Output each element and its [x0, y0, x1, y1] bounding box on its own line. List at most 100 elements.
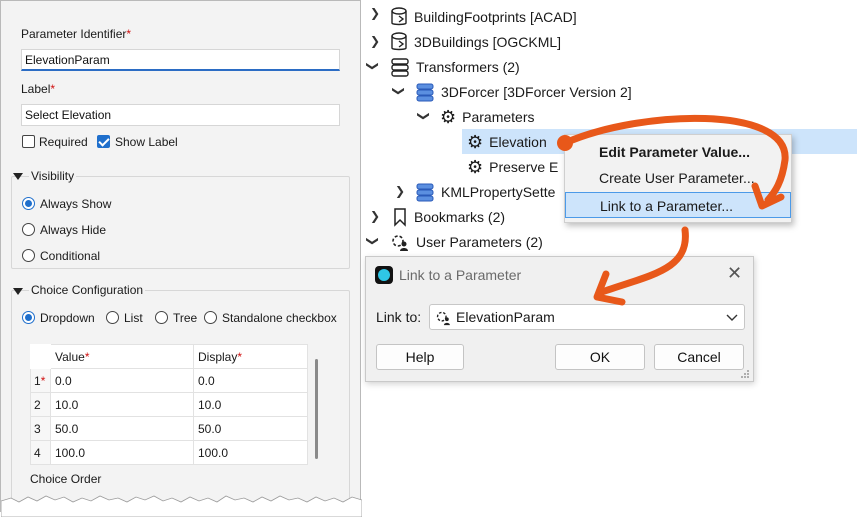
link-to-select[interactable]: ElevationParam: [429, 304, 745, 330]
collapse-triangle-icon[interactable]: [13, 173, 23, 180]
column-header-display[interactable]: Display*: [193, 344, 308, 369]
menu-item-link-to-parameter[interactable]: Link to a Parameter...: [565, 192, 791, 218]
help-button[interactable]: Help: [376, 344, 464, 370]
tree-item-parameters[interactable]: ⚙ Parameters: [440, 104, 535, 129]
link-to-label: Link to:: [376, 309, 422, 325]
radio-list[interactable]: [106, 311, 119, 324]
table-scrollbar[interactable]: [315, 359, 318, 459]
radio-conditional[interactable]: [22, 249, 35, 262]
table-row[interactable]: 2 10.0 10.0: [30, 392, 308, 417]
tree-item-elevation[interactable]: ⚙ Elevation: [467, 129, 547, 154]
table-row[interactable]: 1* 0.0 0.0: [30, 368, 308, 393]
chevron-right-icon[interactable]: ❯: [395, 184, 405, 198]
display-cell[interactable]: 0.0: [193, 368, 308, 393]
app-icon: [375, 266, 393, 284]
required-checkbox[interactable]: [22, 135, 35, 148]
column-header-value[interactable]: Value*: [50, 344, 194, 369]
database-reader-icon: [391, 6, 407, 25]
database-stack-icon: [391, 57, 409, 77]
chevron-right-icon[interactable]: ❯: [370, 209, 380, 223]
tree-item-label: Preserve E: [489, 158, 559, 175]
tree-item-label: BuildingFootprints [ACAD]: [414, 8, 577, 25]
tree-item-preserve[interactable]: ⚙ Preserve E: [467, 154, 558, 179]
value-cell[interactable]: 10.0: [50, 392, 194, 417]
value-cell[interactable]: 50.0: [50, 416, 194, 441]
tree-item-user-parameters[interactable]: User Parameters (2): [390, 229, 543, 254]
chevron-right-icon[interactable]: ❯: [370, 6, 380, 20]
standalone-checkbox-label: Standalone checkbox: [222, 311, 337, 325]
ok-button[interactable]: OK: [555, 344, 645, 370]
torn-edge: [1, 495, 362, 517]
chevron-down-icon[interactable]: ❯: [366, 236, 380, 246]
close-icon[interactable]: ✕: [727, 263, 742, 284]
chevron-down-icon: [726, 314, 738, 321]
chevron-down-icon[interactable]: ❯: [366, 61, 380, 71]
tree-item-label: KMLPropertySette: [441, 183, 556, 200]
choices-table: Value* Display* 1* 0.0 0.0 2 10.0 10.0 3…: [30, 344, 308, 465]
tree-item-3dbuildings[interactable]: 3DBuildings [OGCKML]: [390, 29, 561, 54]
transformer-icon: [416, 83, 434, 101]
parameter-editor-panel: Parameter Identifier* ElevationParam Lab…: [0, 0, 362, 517]
display-cell[interactable]: 50.0: [193, 416, 308, 441]
required-label: Required: [39, 135, 88, 149]
always-hide-label: Always Hide: [40, 223, 107, 237]
radio-always-show[interactable]: [22, 197, 35, 210]
row-number: 4: [30, 440, 51, 465]
display-cell[interactable]: 10.0: [193, 392, 308, 417]
transformer-icon: [416, 183, 434, 201]
cancel-button[interactable]: Cancel: [654, 344, 744, 370]
choice-config-title: Choice Configuration: [29, 283, 146, 297]
gear-icon: ⚙: [467, 131, 484, 152]
bookmark-icon: [394, 207, 406, 227]
visibility-title: Visibility: [29, 169, 77, 183]
link-to-parameter-dialog: Link to a Parameter ✕ Link to: Elevation…: [365, 256, 754, 382]
label-input[interactable]: Select Elevation: [21, 104, 340, 126]
user-parameters-icon: [392, 234, 408, 251]
tree-item-label: Elevation: [489, 133, 547, 150]
list-label: List: [124, 311, 143, 325]
user-parameter-icon: [436, 311, 450, 326]
chevron-right-icon[interactable]: ❯: [370, 34, 380, 48]
database-reader-icon: [391, 31, 407, 50]
table-row[interactable]: 3 50.0 50.0: [30, 416, 308, 441]
display-cell[interactable]: 100.0: [193, 440, 308, 465]
menu-item-edit-parameter-value[interactable]: Edit Parameter Value...: [565, 139, 791, 165]
tree-item-label: 3DBuildings [OGCKML]: [414, 33, 562, 50]
value-cell[interactable]: 100.0: [50, 440, 194, 465]
table-header-row: Value* Display*: [30, 344, 308, 369]
chevron-down-icon[interactable]: ❯: [417, 111, 431, 121]
label-field-label: Label*: [21, 82, 56, 96]
radio-standalone-checkbox[interactable]: [204, 311, 217, 324]
row-number: 3: [30, 416, 51, 441]
tree-item-transformers[interactable]: Transformers (2): [390, 54, 520, 79]
tree-item-label: Transformers (2): [416, 58, 520, 75]
param-identifier-input[interactable]: ElevationParam: [21, 49, 340, 71]
collapse-triangle-icon[interactable]: [13, 288, 23, 295]
dropdown-label: Dropdown: [40, 311, 95, 325]
tree-item-building-footprints[interactable]: BuildingFootprints [ACAD]: [390, 4, 577, 29]
value-cell[interactable]: 0.0: [50, 368, 194, 393]
always-show-label: Always Show: [40, 197, 112, 211]
tree-item-label: Parameters: [462, 108, 535, 125]
tree-item-label: Bookmarks (2): [414, 208, 506, 225]
radio-dropdown[interactable]: [22, 311, 35, 324]
conditional-label: Conditional: [40, 249, 101, 263]
table-row[interactable]: 4 100.0 100.0: [30, 440, 308, 465]
dialog-title: Link to a Parameter: [399, 267, 522, 283]
link-to-value: ElevationParam: [456, 309, 555, 325]
tree-item-label: User Parameters (2): [416, 233, 543, 250]
gear-icon: ⚙: [467, 156, 484, 177]
radio-tree[interactable]: [155, 311, 168, 324]
tree-item-bookmarks[interactable]: Bookmarks (2): [392, 204, 505, 229]
tree-item-label: 3DForcer [3DForcer Version 2]: [441, 83, 632, 100]
show-label-checkbox[interactable]: [97, 135, 110, 148]
param-identifier-label: Parameter Identifier*: [21, 27, 132, 41]
menu-item-create-user-parameter[interactable]: Create User Parameter...: [565, 165, 791, 191]
tree-item-3dforcer[interactable]: 3DForcer [3DForcer Version 2]: [415, 79, 632, 104]
chevron-down-icon[interactable]: ❯: [392, 86, 406, 96]
tree-item-kmlpropertysetter[interactable]: KMLPropertySette: [415, 179, 555, 204]
resize-grip-icon[interactable]: [740, 369, 750, 379]
choice-order-label: Choice Order: [30, 472, 102, 486]
radio-always-hide[interactable]: [22, 223, 35, 236]
show-label-label: Show Label: [115, 135, 178, 149]
